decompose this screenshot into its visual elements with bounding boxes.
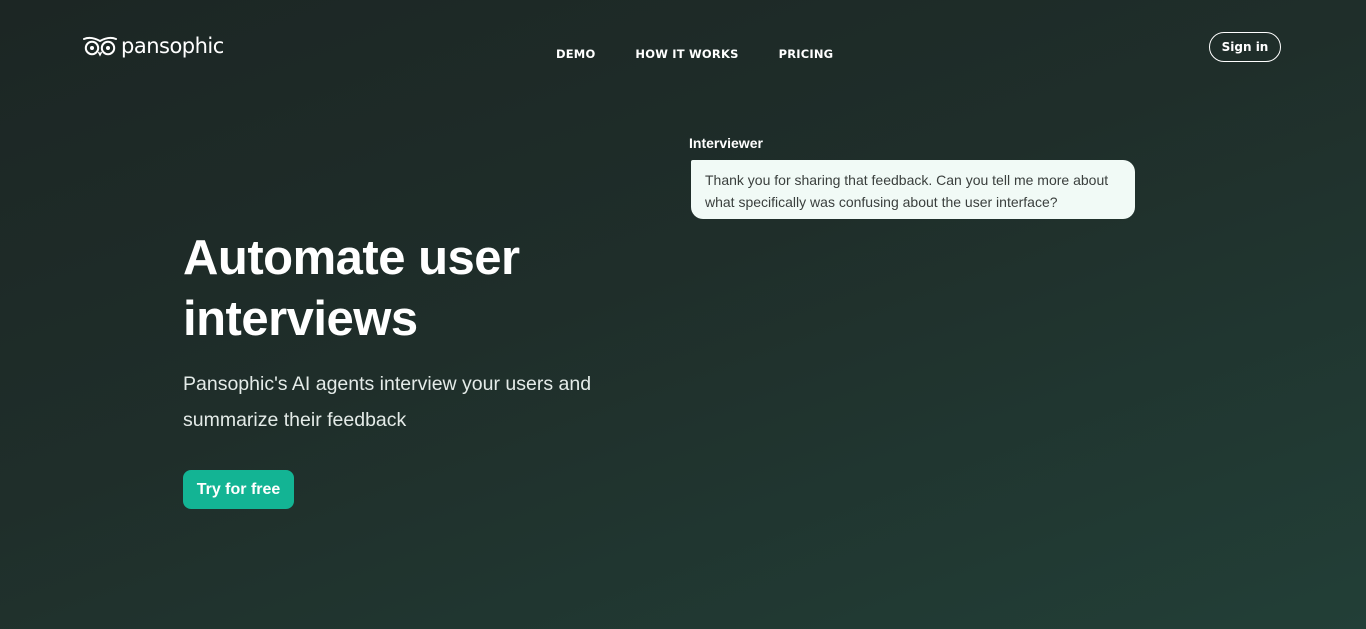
- brand-name: pansophic: [121, 34, 224, 58]
- nav-item-how-it-works[interactable]: HOW IT WORKS: [635, 47, 738, 61]
- hero-title-line-2: interviews: [183, 292, 418, 346]
- site-header: pansophic DEMO HOW IT WORKS PRICING Sign…: [0, 0, 1366, 100]
- brand-logo[interactable]: pansophic: [83, 34, 224, 58]
- chat-speaker-label: Interviewer: [689, 135, 763, 151]
- nav-item-pricing[interactable]: PRICING: [779, 47, 834, 61]
- chat-message-bubble: Thank you for sharing that feedback. Can…: [691, 160, 1135, 219]
- nav-item-demo[interactable]: DEMO: [556, 47, 595, 61]
- sign-in-button[interactable]: Sign in: [1209, 32, 1281, 62]
- hero-title: Automate user interviews: [183, 228, 643, 350]
- owl-eyes-icon: [83, 35, 117, 57]
- try-for-free-button[interactable]: Try for free: [183, 470, 294, 509]
- hero-subtitle: Pansophic's AI agents interview your use…: [183, 373, 592, 431]
- hero-title-line-1: Automate user: [183, 231, 520, 285]
- main-nav: DEMO HOW IT WORKS PRICING: [556, 47, 833, 61]
